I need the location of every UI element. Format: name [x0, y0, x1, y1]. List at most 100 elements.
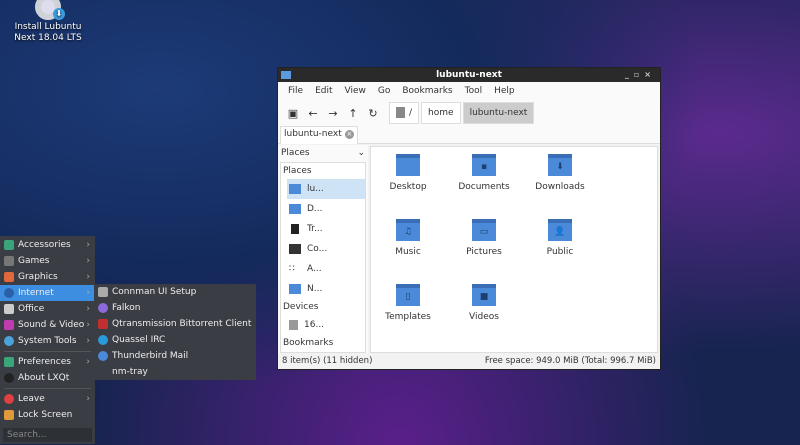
falkon-icon	[98, 303, 108, 313]
file-downloads[interactable]: ⬇ Downloads	[522, 154, 598, 192]
bookmarks-header: Bookmarks	[283, 338, 334, 348]
folder-icon: ▪	[472, 154, 496, 176]
file-music[interactable]: ♫ Music	[370, 219, 446, 257]
maximize-button[interactable]: ▫	[634, 70, 644, 79]
forward-icon[interactable]: →	[323, 107, 343, 120]
back-icon[interactable]: ←	[303, 107, 323, 120]
sidebar-item-home[interactable]: lu...	[287, 179, 365, 199]
menu-item-sound-video[interactable]: Sound & Video ›	[0, 317, 95, 333]
close-button[interactable]: ×	[644, 70, 656, 79]
menu-separator	[4, 388, 91, 389]
tab-lubuntu-next[interactable]: lubuntu-next ×	[280, 126, 358, 144]
menu-item-system-tools[interactable]: System Tools ›	[0, 333, 95, 349]
desktop-icon-label: Install Lubuntu	[14, 22, 82, 32]
menu-item-label: Preferences	[18, 357, 71, 367]
close-tab-icon[interactable]: ×	[344, 130, 354, 139]
reload-icon[interactable]: ↻	[363, 107, 383, 120]
sidebar-dropdown[interactable]: Places ⌄	[278, 145, 368, 161]
file-templates[interactable]: ▯ Templates	[370, 284, 446, 322]
menu-item-label: Lock Screen	[18, 410, 73, 420]
graphics-icon	[4, 272, 14, 282]
file-manager-window: lubuntu-next _▫× File Edit View Go Bookm…	[277, 67, 661, 370]
file-pictures[interactable]: ▭ Pictures	[446, 219, 522, 257]
folder-icon: ▭	[472, 219, 496, 241]
menu-search-input[interactable]: Search...	[3, 428, 92, 442]
sidebar-item-desktop[interactable]: D...	[281, 199, 365, 219]
sidebar-item-device[interactable]: 16...	[281, 315, 365, 335]
sidebar-item-computer[interactable]: Co...	[281, 239, 365, 259]
disc-icon: ⬇	[35, 0, 65, 20]
file-label: Music	[395, 247, 421, 257]
folder-icon: 👤	[548, 219, 572, 241]
sidebar-item-label: N...	[307, 284, 323, 294]
folder-icon: ▯	[396, 284, 420, 306]
menu-help[interactable]: Help	[488, 86, 521, 96]
sidebar: Places ⌄ Places lu... D... Tr... Co... ∷ A…	[278, 145, 368, 355]
breadcrumb-root[interactable]: /	[389, 102, 420, 124]
desktop-icon-install[interactable]: ⬇ Install Lubuntu Next 18.04 LTS	[8, 0, 88, 44]
menu-item-graphics[interactable]: Graphics ›	[0, 269, 95, 285]
submenu-item-quassel[interactable]: Quassel IRC	[94, 332, 256, 348]
menu-item-label: nm-tray	[112, 367, 148, 377]
folder-icon: ♫	[396, 219, 420, 241]
app-icon	[281, 71, 291, 79]
free-space: Free space: 949.0 MiB (Total: 996.7 MiB)	[484, 356, 656, 366]
submenu-item-thunderbird[interactable]: Thunderbird Mail	[94, 348, 256, 364]
lxqt-icon	[4, 373, 14, 383]
menu-item-label: Sound & Video	[18, 320, 85, 330]
preferences-icon	[4, 357, 14, 367]
menu-item-about[interactable]: About LXQt	[0, 370, 95, 386]
menu-item-leave[interactable]: Leave ›	[0, 391, 95, 407]
menu-bookmarks[interactable]: Bookmarks	[396, 86, 458, 96]
file-public[interactable]: 👤 Public	[522, 219, 598, 257]
folder-icon: ■	[472, 284, 496, 306]
office-icon	[4, 304, 14, 314]
menu-item-label: Leave	[18, 394, 45, 404]
chevron-right-icon: ›	[86, 240, 90, 250]
sidebar-item-network[interactable]: N...	[281, 279, 365, 299]
menu-item-label: Qtransmission Bittorrent Client	[112, 319, 252, 329]
menu-item-preferences[interactable]: Preferences ›	[0, 354, 95, 370]
file-documents[interactable]: ▪ Documents	[446, 154, 522, 192]
minimize-button[interactable]: _	[625, 70, 634, 79]
menu-item-office[interactable]: Office ›	[0, 301, 95, 317]
file-label: Downloads	[535, 182, 585, 192]
menu-item-internet[interactable]: Internet ›	[0, 285, 95, 301]
sidebar-item-applications[interactable]: ∷ A...	[281, 259, 365, 279]
sidebar-item-label: Co...	[307, 244, 328, 254]
menu-item-games[interactable]: Games ›	[0, 253, 95, 269]
submenu-item-qtransmission[interactable]: Qtransmission Bittorrent Client	[94, 316, 256, 332]
computer-icon	[289, 244, 301, 254]
sidebar-item-label: lu...	[307, 184, 324, 194]
accessories-icon	[4, 240, 14, 250]
breadcrumb-label: /	[409, 108, 413, 118]
breadcrumb-current[interactable]: lubuntu-next	[462, 102, 535, 124]
file-videos[interactable]: ■ Videos	[446, 284, 522, 322]
folder-icon	[396, 154, 420, 176]
menu-file[interactable]: File	[282, 86, 309, 96]
menu-item-accessories[interactable]: Accessories ›	[0, 237, 95, 253]
menu-view[interactable]: View	[339, 86, 372, 96]
submenu-item-nm-tray[interactable]: nm-tray	[94, 364, 256, 380]
new-tab-icon[interactable]: ▣	[283, 107, 303, 120]
menu-item-lock-screen[interactable]: Lock Screen	[0, 407, 95, 423]
sidebar-item-label: Tr...	[307, 224, 323, 234]
menu-edit[interactable]: Edit	[309, 86, 338, 96]
submenu-item-falkon[interactable]: Falkon	[94, 300, 256, 316]
chevron-right-icon: ›	[86, 272, 90, 282]
title-bar[interactable]: lubuntu-next _▫×	[278, 68, 660, 82]
menu-tool[interactable]: Tool	[459, 86, 488, 96]
sidebar-item-trash[interactable]: Tr...	[281, 219, 365, 239]
menu-go[interactable]: Go	[372, 86, 396, 96]
folder-icon: ⬇	[548, 154, 572, 176]
submenu-item-connman[interactable]: Connman UI Setup	[94, 284, 256, 300]
breadcrumb-home[interactable]: home	[421, 102, 461, 124]
menu-item-label: Thunderbird Mail	[112, 351, 189, 361]
games-icon	[4, 256, 14, 266]
file-desktop[interactable]: Desktop	[370, 154, 446, 192]
up-icon[interactable]: ↑	[343, 107, 363, 120]
quassel-icon	[98, 335, 108, 345]
menu-item-label: Quassel IRC	[112, 335, 166, 345]
thunderbird-icon	[98, 351, 108, 361]
desktop-icon	[289, 204, 301, 214]
